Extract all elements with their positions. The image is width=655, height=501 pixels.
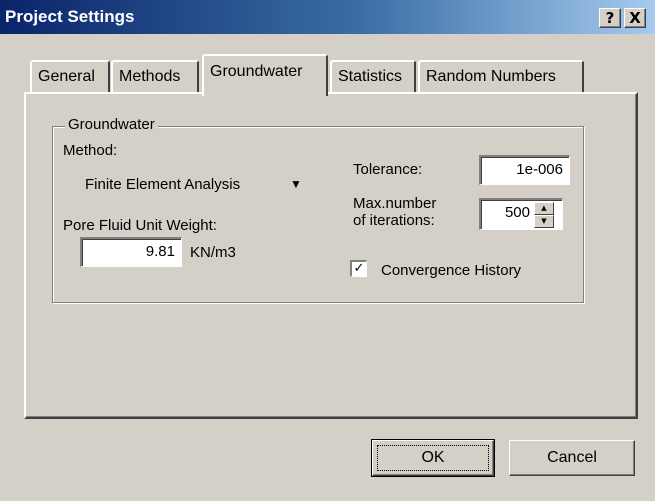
max-iterations-spinner[interactable]: ▲ ▼ [534, 200, 560, 228]
spin-up-icon[interactable]: ▲ [534, 202, 554, 215]
help-button[interactable]: ? [599, 8, 621, 28]
groupbox-legend: Groundwater [65, 114, 158, 136]
checkmark-icon: ✓ [353, 261, 365, 276]
pore-fluid-label: Pore Fluid Unit Weight: [63, 217, 217, 234]
tab-groundwater[interactable]: Groundwater [202, 54, 328, 96]
pore-fluid-unit: KN/m3 [190, 244, 236, 261]
tab-methods[interactable]: Methods [111, 60, 199, 92]
max-iterations-label-line2: of iterations: [353, 212, 435, 229]
convergence-label: Convergence History [381, 262, 522, 279]
method-label: Method: [63, 142, 118, 159]
window-title: Project Settings [5, 7, 135, 26]
dropdown-arrow-icon[interactable]: ▼ [287, 174, 305, 194]
focus-rect [377, 445, 489, 471]
tolerance-label: Tolerance: [353, 161, 423, 178]
close-button[interactable]: X [624, 8, 646, 28]
spin-down-icon[interactable]: ▼ [534, 215, 554, 228]
tolerance-input[interactable]: 1e-006 [479, 155, 570, 185]
tab-random-numbers[interactable]: Random Numbers [418, 60, 584, 92]
tab-statistics[interactable]: Statistics [330, 60, 416, 92]
cancel-button[interactable]: Cancel [509, 440, 635, 476]
convergence-checkbox[interactable]: ✓ [350, 260, 367, 277]
tab-general[interactable]: General [30, 60, 110, 92]
method-selected-value: Finite Element Analysis [85, 176, 241, 193]
ok-button[interactable]: OK [371, 439, 495, 477]
method-dropdown[interactable]: Finite Element Analysis ▼ [77, 170, 315, 200]
pore-fluid-input[interactable]: 9.81 [80, 237, 182, 267]
